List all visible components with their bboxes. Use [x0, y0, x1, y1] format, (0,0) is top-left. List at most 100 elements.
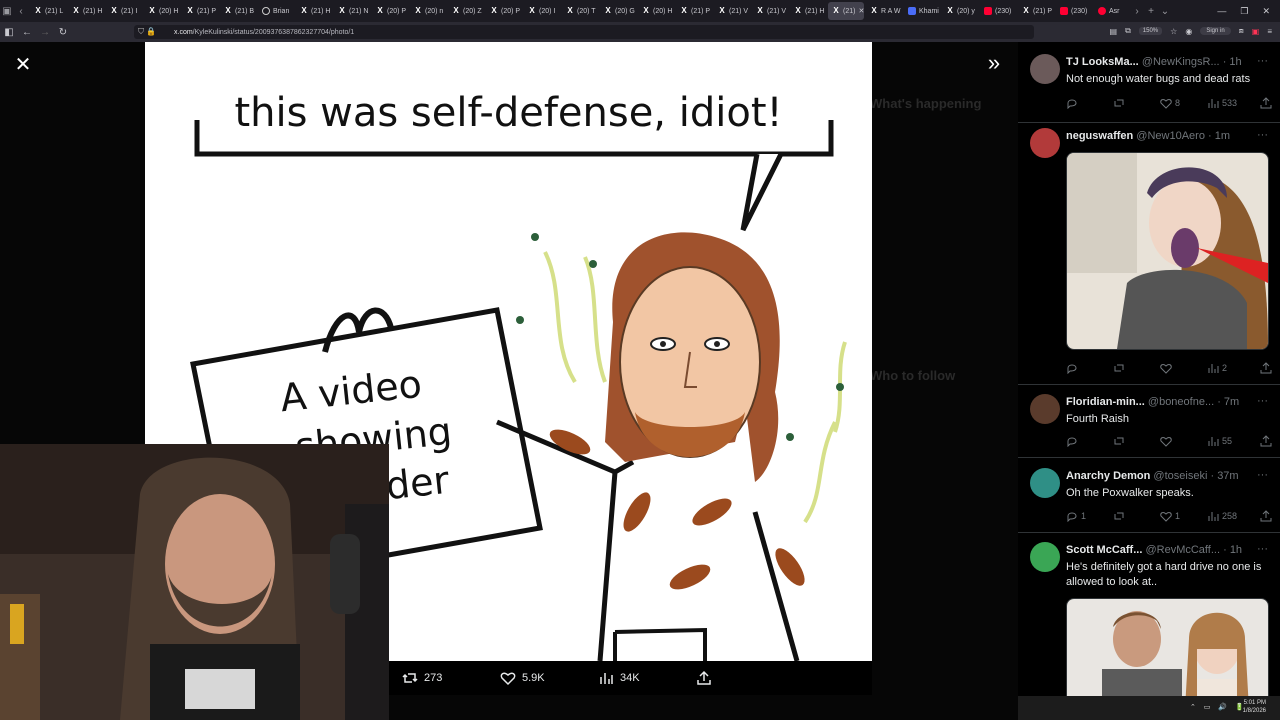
- tab-scroll-left-icon[interactable]: ‹: [14, 6, 28, 17]
- minimize-icon[interactable]: —: [1217, 6, 1226, 16]
- like-button[interactable]: 5.9K: [500, 670, 545, 686]
- post-author[interactable]: TJ LooksMa... @NewKingsR... · 1h: [1066, 56, 1242, 68]
- views-button[interactable]: 2: [1207, 362, 1227, 374]
- sidebar-toggle-icon[interactable]: ◧: [0, 27, 18, 38]
- browser-tab[interactable]: X (21) B: [220, 2, 256, 20]
- post-author[interactable]: Floridian-min... @boneofne... · 7m: [1066, 396, 1239, 408]
- window-close-icon[interactable]: ✕: [1262, 6, 1270, 17]
- reload-icon[interactable]: ↻: [54, 27, 72, 38]
- browser-tab[interactable]: X (21) I: [106, 2, 142, 20]
- avatar[interactable]: [1030, 54, 1060, 84]
- system-tray-icons[interactable]: ⌃ ▭ 🔊 🔋: [1190, 703, 1247, 711]
- reply-button[interactable]: [1066, 435, 1078, 447]
- new-tab-icon[interactable]: +: [1144, 6, 1158, 17]
- back-icon[interactable]: ←: [18, 27, 36, 38]
- browser-tab[interactable]: X (21) V: [714, 2, 750, 20]
- extensions-icon[interactable]: ⧈: [1239, 26, 1244, 36]
- browser-tab[interactable]: X (21) P: [1018, 2, 1054, 20]
- views-button[interactable]: 533: [1207, 97, 1237, 109]
- repost-button[interactable]: [1113, 435, 1125, 447]
- browser-tab[interactable]: X (21) H: [790, 2, 826, 20]
- views-button[interactable]: 55: [1207, 435, 1232, 447]
- browser-tab[interactable]: XR A W: [866, 2, 902, 20]
- reply-button[interactable]: [1066, 97, 1078, 109]
- url-field[interactable]: x.com/KyleKulinski/status/20093763878623…: [134, 25, 1034, 39]
- more-options-icon[interactable]: ···: [1257, 469, 1268, 481]
- browser-tab[interactable]: X (20) H: [144, 2, 180, 20]
- more-options-icon[interactable]: ···: [1257, 395, 1268, 407]
- browser-tab[interactable]: X (21) ✕: [828, 2, 864, 20]
- tab-scroll-right-icon[interactable]: ›: [1130, 6, 1144, 17]
- browser-tab[interactable]: X (21) P: [182, 2, 218, 20]
- share-button[interactable]: [1260, 435, 1272, 447]
- browser-tab[interactable]: X (21) L: [30, 2, 66, 20]
- reply-post[interactable]: Scott McCaff... @RevMcCaff... · 1h ··· H…: [1018, 540, 1280, 696]
- forward-icon[interactable]: →: [36, 27, 54, 38]
- post-image[interactable]: [1066, 152, 1269, 350]
- browser-tab[interactable]: X (20) y: [942, 2, 978, 20]
- share-button[interactable]: [696, 670, 712, 686]
- browser-tab[interactable]: X (20) T: [562, 2, 598, 20]
- tab-list-icon[interactable]: ⌄: [1158, 6, 1172, 17]
- tab-overview-icon[interactable]: ▣: [0, 6, 14, 17]
- browser-tab[interactable]: (230): [1056, 2, 1092, 20]
- browser-tab[interactable]: X (21) H: [296, 2, 332, 20]
- share-button[interactable]: [1260, 362, 1272, 374]
- views-button[interactable]: 34K: [598, 670, 640, 686]
- browser-tab[interactable]: X (20) P: [372, 2, 408, 20]
- browser-tab[interactable]: X (20) H: [638, 2, 674, 20]
- browser-tab[interactable]: X (20) P: [486, 2, 522, 20]
- views-button[interactable]: 258: [1207, 510, 1237, 522]
- browser-tab[interactable]: X (21) P: [676, 2, 712, 20]
- like-button[interactable]: [1160, 362, 1172, 374]
- avatar[interactable]: [1030, 542, 1060, 572]
- avatar[interactable]: [1030, 468, 1060, 498]
- reply-button[interactable]: [1066, 362, 1078, 374]
- repost-button[interactable]: 273: [402, 670, 442, 686]
- browser-tab[interactable]: X (21) N: [334, 2, 370, 20]
- maximize-icon[interactable]: ❐: [1240, 6, 1248, 17]
- avatar[interactable]: [1030, 394, 1060, 424]
- post-author[interactable]: neguswaffen @New10Aero · 1m: [1066, 130, 1230, 142]
- browser-tab[interactable]: (230): [980, 2, 1016, 20]
- reply-button[interactable]: 1: [1066, 510, 1086, 522]
- more-options-icon[interactable]: ···: [1257, 129, 1268, 141]
- repost-button[interactable]: [1113, 97, 1125, 109]
- taskbar-clock[interactable]: 5:01 PM 1/8/2026: [1243, 699, 1266, 715]
- reply-post[interactable]: TJ LooksMa... @NewKingsR... · 1h ··· Not…: [1018, 52, 1280, 122]
- browser-tab[interactable]: X (20) G: [600, 2, 636, 20]
- browser-tab[interactable]: Asr: [1094, 2, 1130, 20]
- expand-sidebar-button[interactable]: »: [982, 52, 1006, 76]
- browser-tab[interactable]: X (20) I: [524, 2, 560, 20]
- site-info-icon[interactable]: ⛉ 🔒: [138, 27, 156, 37]
- close-viewer-button[interactable]: ✕: [12, 54, 34, 76]
- browser-tab[interactable]: X (21) H: [68, 2, 104, 20]
- more-options-icon[interactable]: ···: [1257, 543, 1268, 555]
- browser-tab[interactable]: Brian: [258, 2, 294, 20]
- like-button[interactable]: 8: [1160, 97, 1180, 109]
- browser-tab[interactable]: X (20) Z: [448, 2, 484, 20]
- zoom-level[interactable]: 150%: [1138, 27, 1163, 35]
- screenshot-icon[interactable]: ⧉: [1125, 26, 1131, 36]
- like-button[interactable]: 1: [1160, 510, 1180, 522]
- post-author[interactable]: Anarchy Demon @toseiseki · 37m: [1066, 470, 1239, 482]
- post-author[interactable]: Scott McCaff... @RevMcCaff... · 1h: [1066, 544, 1242, 556]
- bookmark-star-icon[interactable]: ☆: [1170, 27, 1177, 36]
- browser-tab[interactable]: X (20) n: [410, 2, 446, 20]
- reply-post[interactable]: neguswaffen @New10Aero · 1m ··· 2: [1018, 126, 1280, 380]
- share-button[interactable]: [1260, 97, 1272, 109]
- repost-button[interactable]: [1113, 362, 1125, 374]
- reader-view-icon[interactable]: ▤: [1110, 27, 1118, 36]
- reply-post[interactable]: Anarchy Demon @toseiseki · 37m ··· Oh th…: [1018, 466, 1280, 532]
- repost-button[interactable]: [1113, 510, 1125, 522]
- browser-tab[interactable]: X (21) V: [752, 2, 788, 20]
- like-button[interactable]: [1160, 435, 1172, 447]
- reply-feed[interactable]: TJ LooksMa... @NewKingsR... · 1h ··· Not…: [1018, 42, 1280, 696]
- browser-tab[interactable]: Khami: [904, 2, 940, 20]
- extension-red-icon[interactable]: ▣: [1252, 27, 1260, 36]
- close-tab-icon[interactable]: ✕: [858, 7, 864, 15]
- sign-in-button[interactable]: Sign in: [1200, 27, 1231, 35]
- reply-post[interactable]: Floridian-min... @boneofne... · 7m ··· F…: [1018, 392, 1280, 456]
- post-image[interactable]: [1066, 598, 1269, 696]
- share-button[interactable]: [1260, 510, 1272, 522]
